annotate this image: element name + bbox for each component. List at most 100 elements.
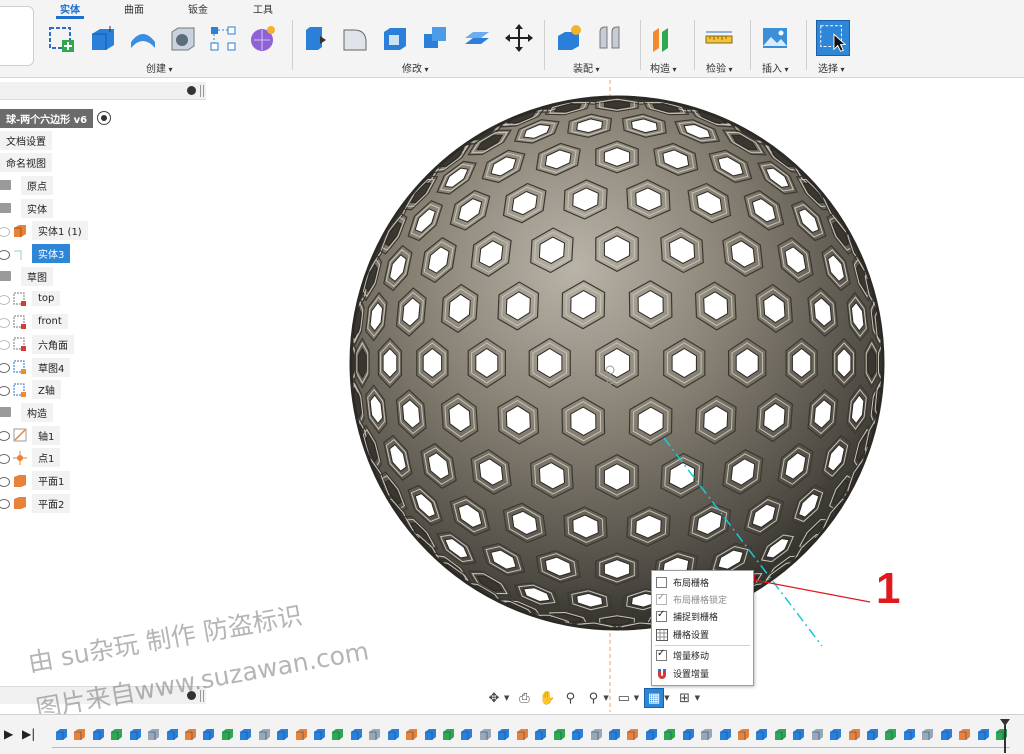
move-feature-icon[interactable] (773, 727, 788, 742)
tab-tools[interactable]: 工具 (253, 1, 273, 16)
extrude-feature-icon[interactable] (625, 727, 640, 742)
tree-item[interactable]: 草图 (0, 266, 53, 286)
move-feature-icon[interactable] (662, 727, 677, 742)
plane-feature-icon[interactable] (865, 727, 880, 742)
combine-feature-icon[interactable] (257, 727, 272, 742)
measure-button[interactable] (704, 22, 734, 54)
combine-feature-icon[interactable] (699, 727, 714, 742)
plane-feature-icon[interactable] (533, 727, 548, 742)
visibility-eye-icon[interactable] (0, 226, 10, 237)
tree-item[interactable]: 平面1 (0, 471, 71, 490)
chevron-down-icon[interactable]: ▼ (603, 694, 608, 702)
pattern-feature-icon[interactable] (681, 727, 696, 742)
extrude-feature-icon[interactable] (183, 727, 198, 742)
tree-item[interactable]: front (0, 313, 68, 331)
pattern-button[interactable] (208, 22, 238, 54)
tree-item[interactable]: 草图4 (0, 357, 71, 377)
application-menu-button[interactable] (0, 6, 34, 66)
shell-button[interactable] (380, 22, 410, 54)
insert-canvas-button[interactable] (760, 22, 790, 54)
extrude-feature-icon[interactable] (515, 727, 530, 742)
sketch-feature-icon[interactable] (939, 727, 954, 742)
combine-feature-icon[interactable] (146, 727, 161, 742)
create-sketch-button[interactable] (46, 22, 76, 54)
viewports-icon[interactable]: ⊞ (675, 688, 695, 708)
tree-item[interactable]: 文档设置 (0, 130, 52, 150)
move-feature-icon[interactable] (330, 727, 345, 742)
plane-feature-icon[interactable] (201, 727, 216, 742)
display-settings-icon[interactable]: ▭ (614, 688, 634, 708)
zoom-icon[interactable]: ⚲ (560, 688, 580, 708)
fillet-button[interactable] (340, 22, 370, 54)
plane-feature-icon[interactable] (423, 727, 438, 742)
pattern-feature-icon[interactable] (902, 727, 917, 742)
plane-feature-icon[interactable] (976, 727, 991, 742)
tree-item[interactable]: 命名视图 (0, 153, 52, 173)
visibility-eye-icon[interactable] (0, 317, 10, 328)
timeline-marker-icon[interactable] (1000, 719, 1010, 753)
sketch-feature-icon[interactable] (718, 727, 733, 742)
group-label-modify[interactable]: 修改 (402, 60, 429, 75)
tree-item[interactable]: 实体1 (1) (0, 221, 88, 241)
combine-feature-icon[interactable] (920, 727, 935, 742)
visibility-eye-icon[interactable] (0, 385, 10, 396)
fit-zoom-icon[interactable]: ⚲ (583, 688, 603, 708)
move-feature-icon[interactable] (552, 727, 567, 742)
timeline-play-icon[interactable]: ▶ (4, 727, 13, 741)
extrude-feature-icon[interactable] (957, 727, 972, 742)
offset-plane-button[interactable] (648, 22, 678, 54)
combine-button[interactable] (420, 22, 450, 54)
plane-feature-icon[interactable] (91, 727, 106, 742)
extrude-feature-icon[interactable] (294, 727, 309, 742)
folder-icon[interactable] (0, 180, 11, 191)
visibility-eye-icon[interactable] (0, 499, 10, 510)
visibility-eye-icon[interactable] (0, 249, 10, 260)
tree-item[interactable]: 轴1 (0, 425, 61, 445)
snap-to-grid-checkbox[interactable] (656, 609, 667, 622)
offset-face-button[interactable] (462, 22, 492, 54)
visibility-eye-icon[interactable] (0, 476, 10, 487)
tree-item[interactable]: 原点 (0, 175, 53, 195)
sketch-feature-icon[interactable] (496, 727, 511, 742)
tab-surface[interactable]: 曲面 (124, 1, 144, 16)
chevron-down-icon[interactable]: ▼ (695, 694, 700, 702)
sketch-feature-icon[interactable] (54, 727, 69, 742)
tree-item[interactable]: 实体3 (0, 244, 71, 263)
timeline-end-icon[interactable]: ▶| (22, 727, 35, 741)
move-button[interactable] (504, 22, 534, 54)
tree-item[interactable]: 六角面 (0, 334, 74, 354)
tab-sheet-metal[interactable]: 钣金 (188, 1, 208, 16)
create-form-button[interactable] (248, 22, 278, 54)
folder-icon[interactable] (0, 407, 11, 418)
joint-button[interactable] (594, 22, 624, 54)
look-at-icon[interactable]: ⎙ (514, 688, 534, 708)
extrude-button[interactable] (88, 22, 118, 54)
layout-grid-checkbox[interactable] (656, 577, 667, 588)
pattern-feature-icon[interactable] (128, 727, 143, 742)
visibility-eye-icon[interactable] (0, 294, 10, 305)
menu-item-incremental-move[interactable]: 增量移动 (656, 647, 709, 664)
plane-feature-icon[interactable] (312, 727, 327, 742)
visibility-eye-icon[interactable] (0, 340, 10, 351)
group-label-inspect[interactable]: 检验 (706, 60, 733, 75)
sketch-feature-icon[interactable] (165, 727, 180, 742)
document-root-node[interactable]: 球-两个六边形 v6 (0, 108, 112, 128)
chevron-down-icon[interactable]: ▼ (634, 694, 639, 702)
combine-feature-icon[interactable] (589, 727, 604, 742)
orbit-icon[interactable]: ✥ (484, 688, 504, 708)
plane-feature-icon[interactable] (644, 727, 659, 742)
tree-item[interactable]: Z轴 (0, 380, 61, 400)
combine-feature-icon[interactable] (478, 727, 493, 742)
tree-item[interactable]: 平面2 (0, 493, 71, 513)
move-feature-icon[interactable] (883, 727, 898, 742)
group-label-construct[interactable]: 构造 (650, 60, 677, 75)
pattern-feature-icon[interactable] (459, 727, 474, 742)
sketch-feature-icon[interactable] (275, 727, 290, 742)
pattern-feature-icon[interactable] (791, 727, 806, 742)
move-feature-icon[interactable] (441, 727, 456, 742)
model-canvas[interactable] (206, 80, 1024, 712)
tab-solid[interactable]: 实体 (56, 1, 84, 19)
hole-button[interactable] (168, 22, 198, 54)
combine-feature-icon[interactable] (367, 727, 382, 742)
move-feature-icon[interactable] (220, 727, 235, 742)
